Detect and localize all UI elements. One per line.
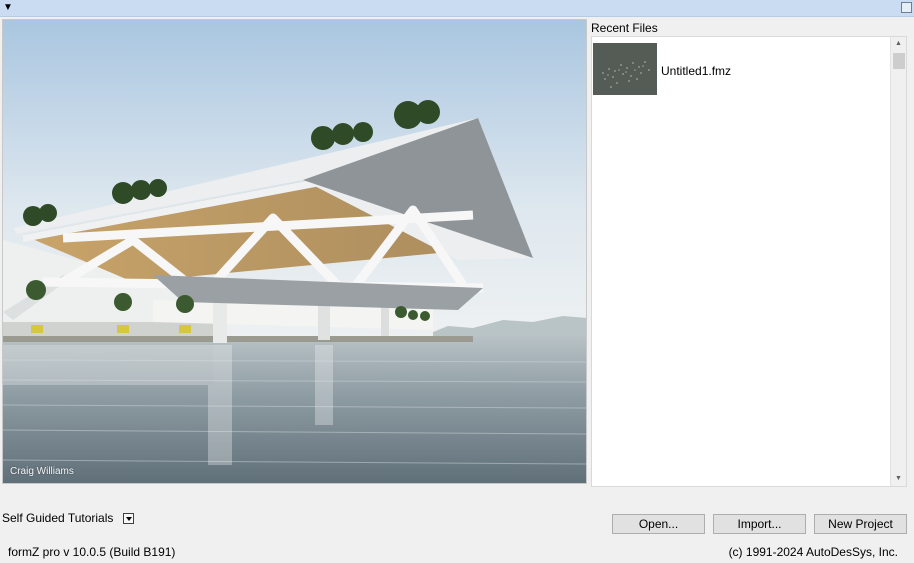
scroll-down-icon[interactable]: ▼	[895, 475, 902, 483]
image-credit: Craig Williams	[10, 466, 74, 477]
menu-triangle-icon[interactable]: ▼	[3, 2, 13, 14]
splash-image: Craig Williams	[2, 19, 587, 484]
close-icon[interactable]	[901, 2, 912, 13]
recent-file-name: Untitled1.fmz	[661, 64, 732, 78]
recent-files-list: Untitled1.fmz ▲ ▼	[591, 36, 907, 487]
vertical-scrollbar[interactable]: ▲ ▼	[890, 37, 906, 486]
tutorials-dropdown-icon[interactable]	[123, 513, 134, 524]
recent-files-header: Recent Files	[591, 21, 658, 35]
title-bar: ▼	[0, 0, 914, 17]
copyright-label: (c) 1991-2024 AutoDesSys, Inc.	[728, 545, 898, 559]
version-label: formZ pro v 10.0.5 (Build B191)	[8, 545, 176, 559]
scroll-thumb[interactable]	[893, 53, 905, 69]
recent-file-item[interactable]: Untitled1.fmz	[592, 42, 890, 96]
open-button[interactable]: Open...	[612, 514, 705, 534]
scroll-up-icon[interactable]: ▲	[895, 40, 902, 48]
building-render-illustration	[3, 20, 586, 483]
new-project-button[interactable]: New Project	[814, 514, 907, 534]
import-button[interactable]: Import...	[713, 514, 806, 534]
file-thumbnail	[593, 43, 657, 95]
tutorials-label: Self Guided Tutorials	[2, 511, 114, 525]
